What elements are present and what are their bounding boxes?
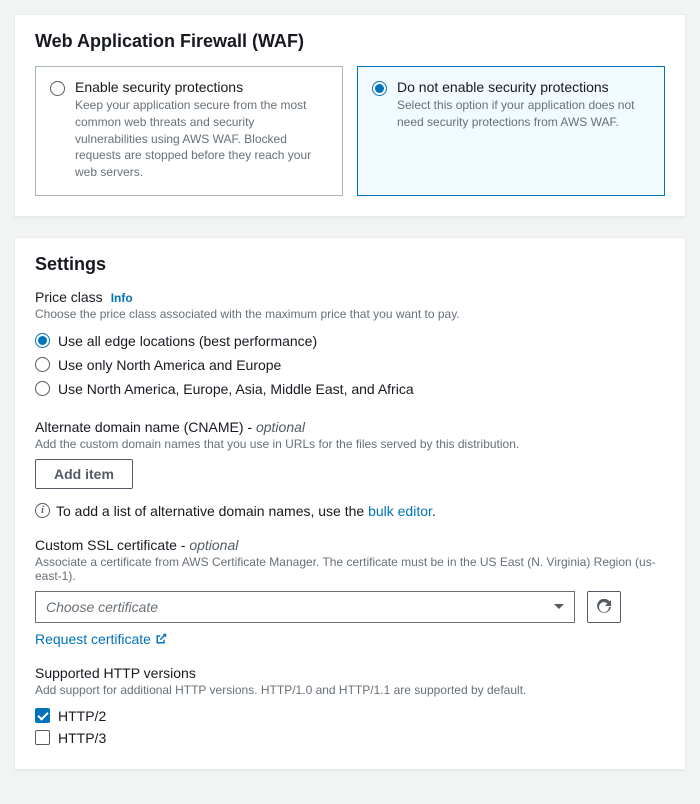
external-link-icon <box>155 633 167 645</box>
select-placeholder: Choose certificate <box>46 599 158 615</box>
price-class-info-link[interactable]: Info <box>111 291 133 305</box>
radio-icon <box>35 357 50 372</box>
ssl-label: Custom SSL certificate - optional <box>35 537 238 553</box>
cname-desc: Add the custom domain names that you use… <box>35 437 665 451</box>
cname-field: Alternate domain name (CNAME) - optional… <box>35 419 665 519</box>
radio-icon <box>35 333 50 348</box>
radio-label: Use only North America and Europe <box>58 357 281 373</box>
price-class-field: Price class Info Choose the price class … <box>35 289 665 401</box>
http-label: Supported HTTP versions <box>35 665 665 681</box>
radio-label: Use all edge locations (best performance… <box>58 333 317 349</box>
waf-options: Enable security protections Keep your ap… <box>15 66 685 216</box>
http2-checkbox[interactable]: HTTP/2 <box>35 705 665 727</box>
radio-icon <box>35 381 50 396</box>
add-item-button[interactable]: Add item <box>35 459 133 489</box>
refresh-icon <box>596 599 612 615</box>
checkbox-icon <box>35 708 50 723</box>
chevron-down-icon <box>554 604 564 609</box>
ssl-desc: Associate a certificate from AWS Certifi… <box>35 555 665 583</box>
radio-label: Use North America, Europe, Asia, Middle … <box>58 381 414 397</box>
price-class-option-multi[interactable]: Use North America, Europe, Asia, Middle … <box>35 377 665 401</box>
bulk-editor-link[interactable]: bulk editor <box>368 503 432 519</box>
info-icon: i <box>35 503 50 518</box>
request-certificate-link[interactable]: Request certificate <box>35 631 167 647</box>
http3-checkbox[interactable]: HTTP/3 <box>35 727 665 749</box>
waf-option-disable[interactable]: Do not enable security protections Selec… <box>357 66 665 196</box>
waf-option-title: Do not enable security protections <box>397 79 650 95</box>
settings-panel: Settings Price class Info Choose the pri… <box>14 237 686 770</box>
price-class-option-na-eu[interactable]: Use only North America and Europe <box>35 353 665 377</box>
cname-label: Alternate domain name (CNAME) - optional <box>35 419 305 435</box>
waf-panel: Web Application Firewall (WAF) Enable se… <box>14 14 686 217</box>
waf-header: Web Application Firewall (WAF) <box>15 15 685 66</box>
price-class-label: Price class <box>35 289 103 305</box>
refresh-button[interactable] <box>587 591 621 623</box>
http-desc: Add support for additional HTTP versions… <box>35 683 665 697</box>
radio-icon <box>372 81 387 96</box>
waf-title: Web Application Firewall (WAF) <box>35 31 665 52</box>
ssl-field: Custom SSL certificate - optional Associ… <box>35 537 665 647</box>
waf-option-enable[interactable]: Enable security protections Keep your ap… <box>35 66 343 196</box>
checkbox-label: HTTP/3 <box>58 730 106 746</box>
settings-header: Settings <box>15 238 685 289</box>
settings-title: Settings <box>35 254 665 275</box>
checkbox-label: HTTP/2 <box>58 708 106 724</box>
waf-option-title: Enable security protections <box>75 79 328 95</box>
price-class-option-all[interactable]: Use all edge locations (best performance… <box>35 329 665 353</box>
price-class-desc: Choose the price class associated with t… <box>35 307 665 321</box>
cname-helper: i To add a list of alternative domain na… <box>35 503 665 519</box>
checkbox-icon <box>35 730 50 745</box>
radio-icon <box>50 81 65 96</box>
ssl-certificate-select[interactable]: Choose certificate <box>35 591 575 623</box>
waf-option-desc: Keep your application secure from the mo… <box>75 97 328 181</box>
waf-option-desc: Select this option if your application d… <box>397 97 650 131</box>
http-versions-field: Supported HTTP versions Add support for … <box>35 665 665 749</box>
